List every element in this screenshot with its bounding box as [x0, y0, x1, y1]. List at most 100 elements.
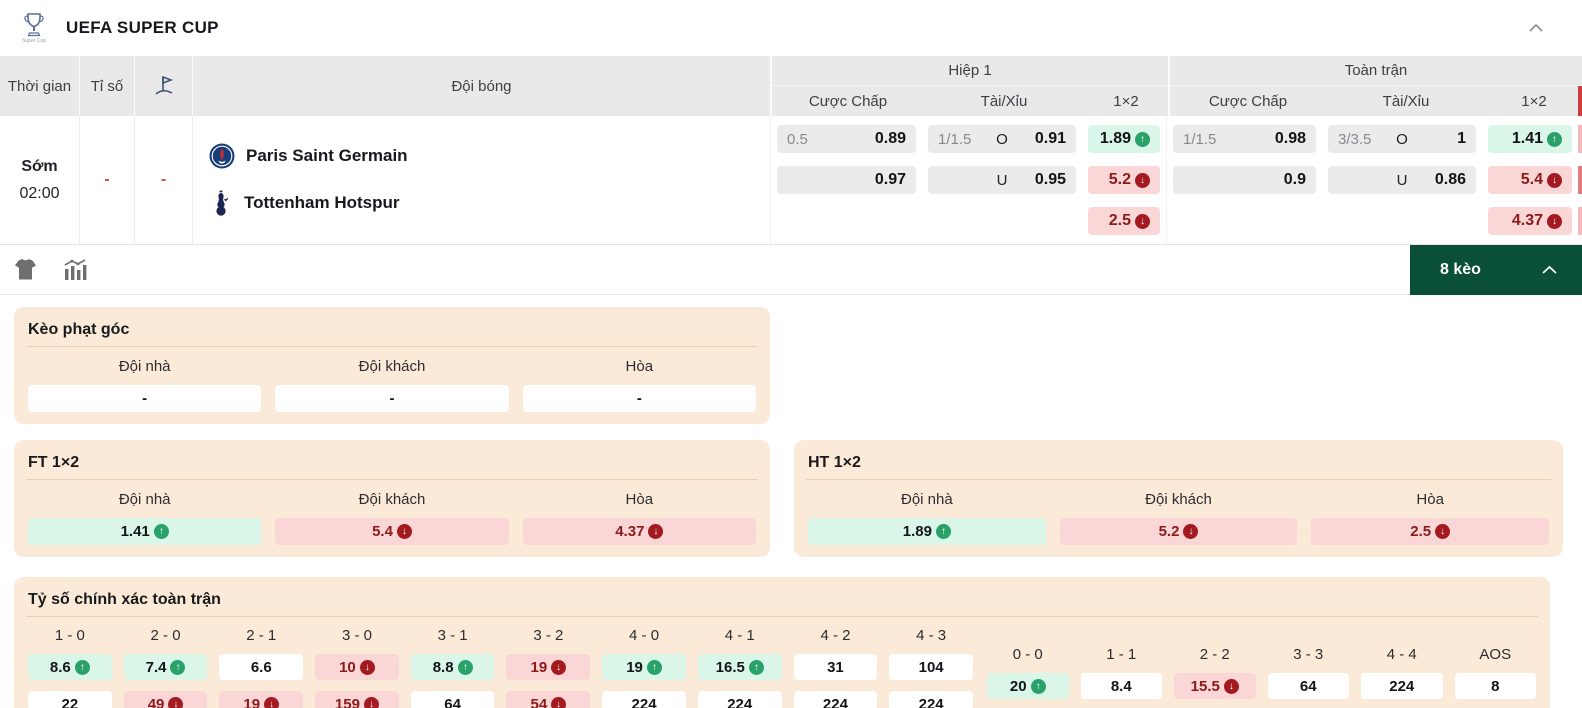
- away-team-name: Tottenham Hotspur: [244, 193, 400, 212]
- ft-1x2-home-cell[interactable]: 1.41: [1488, 125, 1572, 153]
- corner-away-cell[interactable]: -: [275, 385, 509, 412]
- score-odds-cell[interactable]: 224: [602, 691, 686, 708]
- score-odds-cell[interactable]: 54: [506, 691, 591, 708]
- score-odds-cell[interactable]: 15.5: [1174, 673, 1256, 699]
- odds-value: 54: [530, 695, 548, 708]
- card-title: Kèo phạt góc: [28, 321, 130, 338]
- h1-1x2-draw-cell[interactable]: 2.5: [1088, 207, 1160, 235]
- odds-value: 0.9: [1283, 171, 1306, 188]
- ft-1x2-away-cell[interactable]: 5.4: [1488, 166, 1572, 194]
- h1-1x2-home-cell[interactable]: 1.89: [1088, 125, 1160, 153]
- home-column-label: Đội nhà: [118, 358, 171, 375]
- score-odds-cell[interactable]: 64: [410, 691, 495, 708]
- score-odds-cell[interactable]: 224: [793, 691, 878, 708]
- sub-header-ft-handicap: Cược Chấp: [1208, 92, 1288, 110]
- ft-home-cell[interactable]: 1.41: [28, 518, 262, 545]
- score-odds-cell[interactable]: 19: [506, 654, 591, 680]
- ft-handicap-home-cell[interactable]: 1/1.5 0.98: [1173, 125, 1316, 153]
- ht-draw-cell[interactable]: 2.5: [1311, 518, 1550, 545]
- score-odds-cell[interactable]: 224: [697, 691, 782, 708]
- ht-home-cell[interactable]: 1.89: [808, 518, 1046, 545]
- jersey-icon[interactable]: [14, 259, 37, 280]
- ft-under-cell[interactable]: U 0.86: [1328, 166, 1476, 194]
- markets-count-button[interactable]: 8 kèo: [1410, 245, 1582, 295]
- trend-icon: [1135, 131, 1150, 147]
- score-label: 3 - 2: [533, 627, 564, 644]
- ht-away-cell[interactable]: 5.2: [1059, 518, 1298, 545]
- teams-cell: Paris Saint Germain Tottenham Hotspur: [193, 116, 770, 244]
- trend-icon: [396, 524, 412, 539]
- trend-icon: [1135, 172, 1150, 188]
- kickoff-time: 02:00: [19, 184, 60, 202]
- trend-icon: [170, 659, 186, 675]
- sub-header-ft-ou: Tài/Xỉu: [1382, 92, 1430, 110]
- score-odds-cell[interactable]: 6.6: [219, 654, 304, 680]
- score-odds-cell[interactable]: 224: [1361, 673, 1443, 699]
- score-column-1-1: 1 - 1 8.4: [1080, 644, 1162, 699]
- match-score-cell: -: [80, 116, 135, 244]
- corner-home-cell[interactable]: -: [28, 385, 262, 412]
- score-odds-cell[interactable]: 10: [315, 654, 399, 680]
- odds-value: 0.98: [1274, 130, 1306, 147]
- trend-icon: [646, 659, 662, 675]
- odds-value: -: [142, 390, 148, 407]
- score-odds-cell[interactable]: 8: [1454, 673, 1536, 699]
- group-label-fulltime: Toàn trận: [1170, 56, 1582, 86]
- ft-away-cell[interactable]: 5.4: [275, 518, 509, 545]
- ft-over-cell[interactable]: 3/3.5 O 1: [1328, 125, 1476, 153]
- h1-handicap-away-cell[interactable]: 0.97: [777, 166, 916, 194]
- h1-over-cell[interactable]: 1/1.5 O 0.91: [928, 125, 1076, 153]
- score-label: 1 - 1: [1106, 646, 1137, 663]
- col-header-score: Tỉ số: [80, 56, 135, 116]
- score-odds-cell[interactable]: 19: [219, 691, 304, 708]
- ft-draw-cell[interactable]: 4.37: [522, 518, 756, 545]
- score-odds-cell[interactable]: 8.6: [28, 654, 112, 680]
- score-odds-cell[interactable]: 8.8: [410, 654, 495, 680]
- home-team-row[interactable]: Paris Saint Germain: [209, 143, 770, 169]
- corner-flag-icon: [135, 56, 193, 116]
- stats-chart-icon[interactable]: [63, 259, 87, 280]
- betting-page: Super Cup UEFA SUPER CUP Thời gian Tỉ số…: [0, 0, 1582, 708]
- trend-icon: [1547, 172, 1562, 188]
- card-title: FT 1×2: [28, 454, 80, 471]
- score-odds-cell[interactable]: 20: [987, 673, 1069, 699]
- odds-value: 104: [918, 658, 944, 676]
- score-odds-cell[interactable]: 159: [315, 691, 399, 708]
- score-odds-cell[interactable]: 64: [1267, 673, 1349, 699]
- trend-icon: [1547, 213, 1562, 229]
- away-team-row[interactable]: Tottenham Hotspur: [209, 189, 770, 217]
- score-column-4-4: 4 - 4 224: [1361, 644, 1443, 699]
- score-odds-cell[interactable]: 49: [123, 691, 208, 708]
- odds-value: 6.6: [250, 658, 272, 676]
- score-odds-cell[interactable]: 31: [793, 654, 878, 680]
- score-odds-cell[interactable]: 104: [889, 654, 973, 680]
- ft-1x2-draw-cell[interactable]: 4.37: [1488, 207, 1572, 235]
- match-time-cell: Sớm 02:00: [0, 116, 80, 244]
- score-odds-cell[interactable]: 16.5: [697, 654, 782, 680]
- score-column-1-0: 1 - 0 8.6 22: [28, 625, 112, 708]
- score-odds-cell[interactable]: 22: [28, 691, 112, 708]
- score-odds-cell[interactable]: 19: [602, 654, 686, 680]
- trend-icon: [551, 696, 567, 708]
- correct-score-card: Tỷ số chính xác toàn trận 1 - 0 8.6 22 2…: [14, 577, 1550, 708]
- score-label: 2 - 1: [246, 627, 277, 644]
- home-column-label: Đội nhà: [900, 491, 953, 508]
- league-header: Super Cup UEFA SUPER CUP: [0, 0, 1582, 56]
- score-odds-cell[interactable]: 8.4: [1080, 673, 1162, 699]
- trend-icon: [1183, 524, 1199, 539]
- odds-value: 2.5: [1108, 212, 1131, 229]
- away-column-label: Đội khách: [358, 491, 426, 508]
- h1-handicap-home-cell[interactable]: 0.5 0.89: [777, 125, 916, 153]
- corner-draw-cell[interactable]: -: [522, 385, 756, 412]
- ft-handicap-away-cell[interactable]: 0.9: [1173, 166, 1316, 194]
- h1-1x2-away-cell[interactable]: 5.2: [1088, 166, 1160, 194]
- odds-value: 19: [626, 658, 643, 676]
- match-toolbar: 8 kèo: [0, 245, 1582, 295]
- league-collapse-chevron-up-icon[interactable]: [1528, 23, 1544, 33]
- score-odds-cell[interactable]: 7.4: [123, 654, 208, 680]
- score-odds-cell[interactable]: 224: [889, 691, 973, 708]
- divider: [806, 479, 1551, 480]
- card-title: HT 1×2: [808, 454, 861, 471]
- score-column-2-2: 2 - 2 15.5: [1174, 644, 1256, 699]
- h1-under-cell[interactable]: U 0.95: [928, 166, 1076, 194]
